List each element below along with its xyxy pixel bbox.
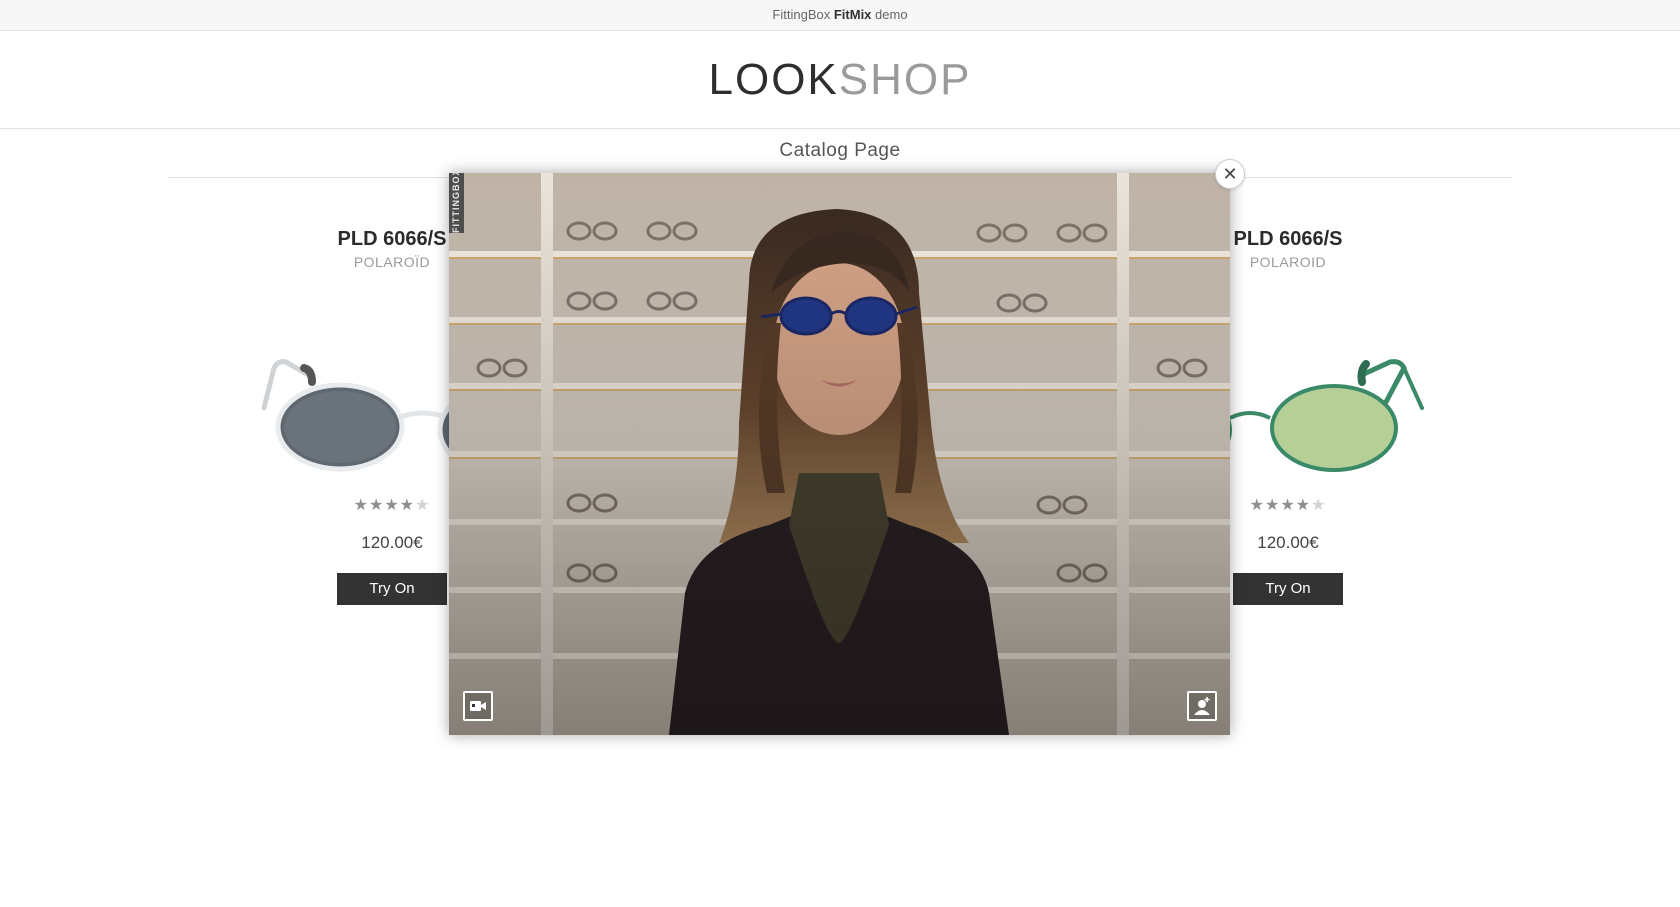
fittingbox-watermark: FITTINGBOX <box>449 173 464 233</box>
page-title: Catalog Page <box>779 140 901 161</box>
try-on-button[interactable]: Try On <box>1233 573 1343 605</box>
logo-shop: SHOP <box>838 55 972 104</box>
video-mode-button[interactable] <box>463 691 493 721</box>
try-on-photo <box>449 173 1230 735</box>
video-camera-icon <box>470 701 486 711</box>
site-header: LOOKSHOP <box>0 31 1680 129</box>
lookshop-logo[interactable]: LOOKSHOP <box>0 55 1680 105</box>
demo-banner: FittingBox FitMix demo <box>0 0 1680 31</box>
try-on-button[interactable]: Try On <box>337 573 447 605</box>
logo-look: LOOK <box>708 55 839 104</box>
virtual-try-on-modal: FITTINGBOX <box>449 173 1230 735</box>
close-icon: ✕ <box>1222 164 1238 184</box>
add-portrait-icon <box>1194 697 1210 715</box>
banner-brand: FitMix <box>833 7 872 22</box>
add-photo-button[interactable] <box>1187 691 1217 721</box>
banner-suffix: demo <box>875 7 908 22</box>
banner-prefix: FittingBox <box>772 7 831 22</box>
close-modal-button[interactable]: ✕ <box>1215 159 1245 189</box>
